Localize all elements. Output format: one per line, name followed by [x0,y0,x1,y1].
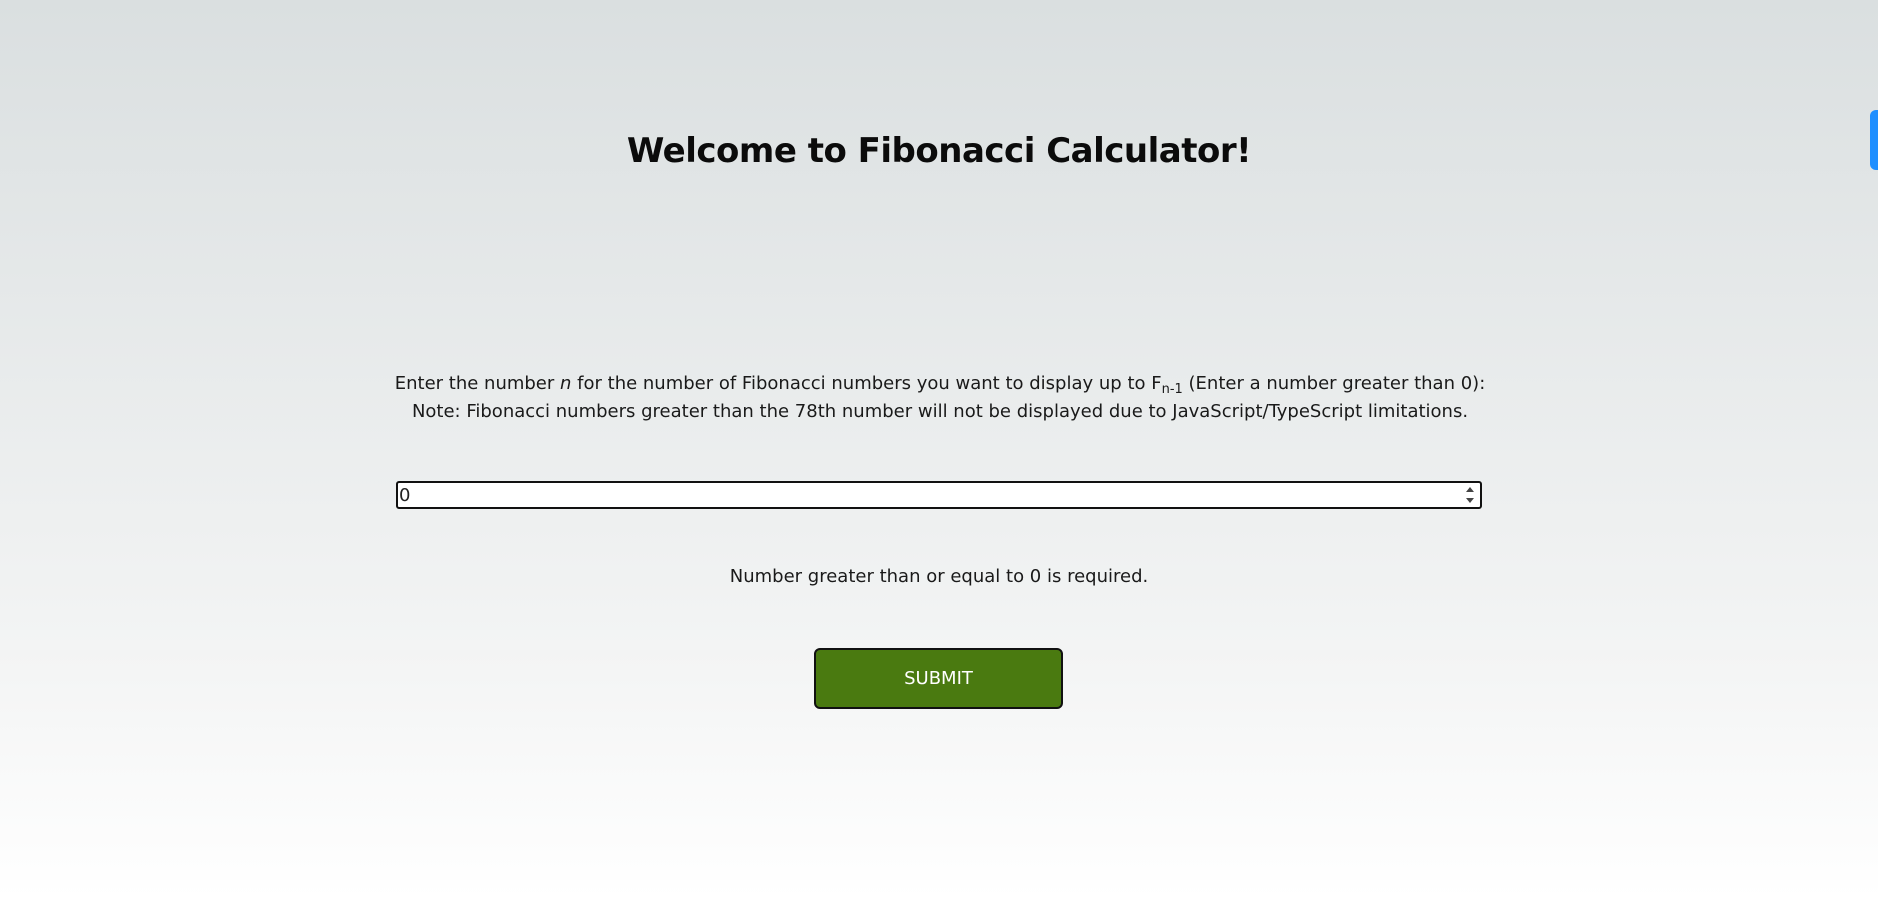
decrement-arrow-icon[interactable] [1466,498,1474,503]
instruction-text-start: Enter the number [394,373,561,394]
instruction-line: Enter the number n for the number of Fib… [390,370,1490,398]
instruction-text-middle: for the number of Fibonacci numbers you … [571,373,1162,394]
page-title: Welcome to Fibonacci Calculator! [626,131,1252,171]
subscript-n-minus-1: n-1 [1161,382,1183,397]
number-spinner[interactable] [1464,485,1476,505]
variable-n: n [560,373,572,394]
validation-message: Number greater than or equal to 0 is req… [729,566,1149,587]
increment-arrow-icon[interactable] [1466,487,1474,492]
instructions: Enter the number n for the number of Fib… [390,370,1490,426]
instruction-text-end: (Enter a number greater than 0): [1182,373,1486,394]
submit-button[interactable]: SUBMIT [814,648,1063,709]
number-input-container [396,481,1482,509]
number-input[interactable] [398,483,1439,507]
side-tab-handle[interactable] [1870,110,1878,170]
limitation-note: Note: Fibonacci numbers greater than the… [411,401,1469,422]
